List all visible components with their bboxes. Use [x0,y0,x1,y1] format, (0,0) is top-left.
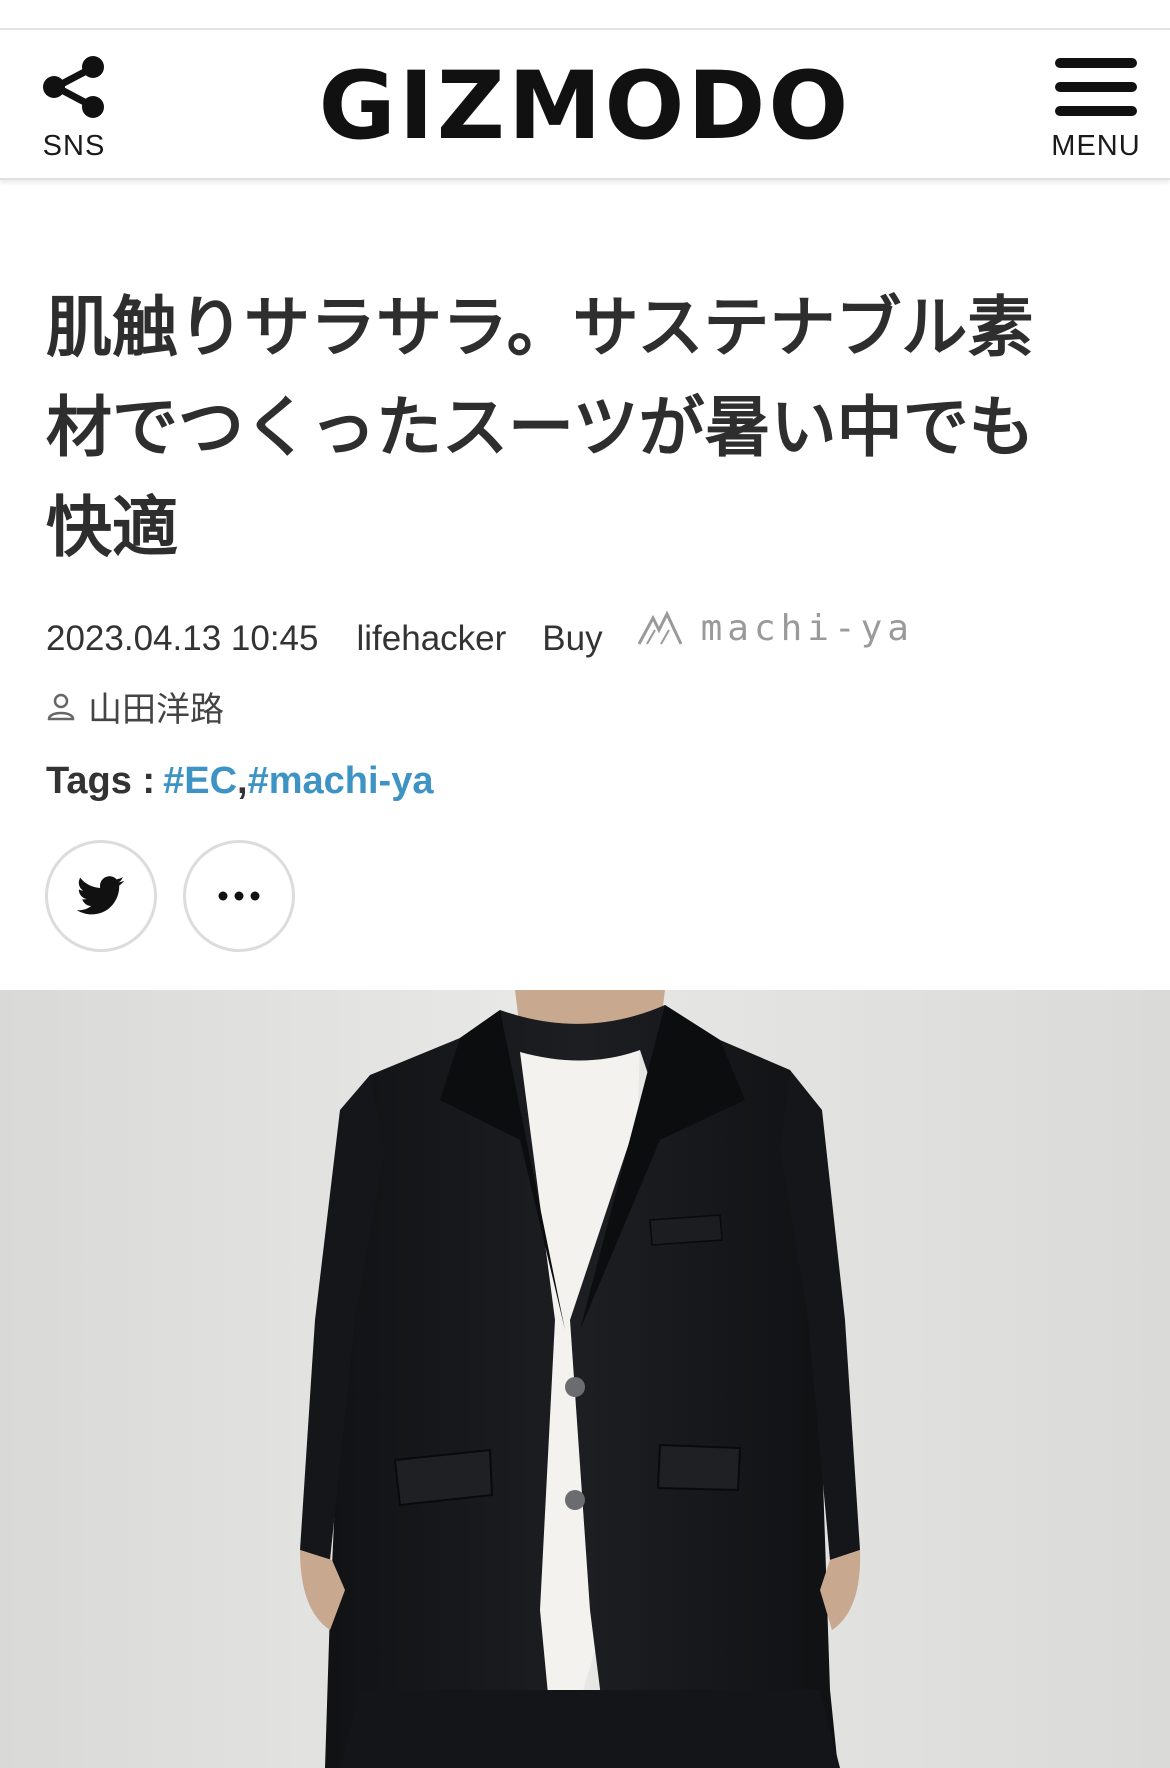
tag-link[interactable]: #machi-ya [248,760,434,803]
sns-label: SNS [42,130,106,162]
article-title-line: 材でつくったスーツが暑い中でも [46,389,1035,466]
partner-logo-text: machi-ya [700,607,914,649]
author-name: 山田洋路 [88,689,224,730]
twitter-icon [77,876,125,915]
tags-row: Tags : #EC , #machi-ya [46,756,433,806]
category-link[interactable]: Buy [542,619,602,659]
article-title-line: 快適 [46,489,178,566]
site-logo[interactable]: GIZMODO [300,52,870,161]
tag-separator: , [237,759,248,802]
article-title-line: 肌触りサラサラ。サステナブル素 [46,289,1034,366]
person-icon [46,691,76,721]
article-meta: 2023.04.13 10:45 lifehacker Buy machi-ya [46,608,914,664]
suit-jacket-photo [0,990,1170,1768]
share-icon [14,50,134,124]
more-share-button[interactable] [183,840,295,952]
article-title: 肌触りサラサラ。サステナブル素 材でつくったスーツが暑い中でも 快適 [46,278,1126,578]
page: SNS GIZMODO MENU 肌触りサラサラ。サステナブル素 材でつくったス… [0,0,1170,1768]
menu-button[interactable]: MENU [1036,46,1156,166]
site-header: SNS GIZMODO MENU [0,32,1170,180]
more-horizontal-icon [218,891,260,901]
author-line[interactable]: 山田洋路 [46,682,224,730]
machi-ya-logo-icon [637,610,682,645]
sns-button[interactable]: SNS [14,46,134,166]
twitter-share-button[interactable] [45,840,157,952]
hamburger-menu-icon [1036,50,1156,124]
tags-label: Tags : [46,759,156,802]
status-strip [0,0,1170,30]
source-site-link[interactable]: lifehacker [356,619,506,659]
publish-date: 2023.04.13 10:45 [46,619,319,658]
hero-image [0,990,1170,1768]
menu-label: MENU [1051,130,1141,162]
tag-link[interactable]: #EC [163,760,237,803]
partner-logo[interactable]: machi-ya [637,608,914,649]
